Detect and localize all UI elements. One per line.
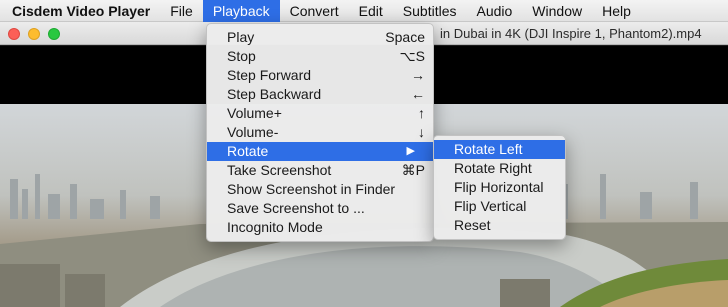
rotate-submenu: Rotate Left Rotate Right Flip Horizontal… — [433, 135, 566, 240]
menu-item-reset[interactable]: Reset — [434, 216, 565, 235]
menu-item-play[interactable]: Play Space — [207, 28, 433, 47]
menu-window[interactable]: Window — [522, 0, 592, 22]
menu-item-label: Volume+ — [227, 105, 282, 121]
menu-item-rotate[interactable]: Rotate ▶ — [207, 142, 433, 161]
menu-help[interactable]: Help — [592, 0, 641, 22]
menu-item-label: Step Backward — [227, 86, 322, 102]
menu-subtitles[interactable]: Subtitles — [393, 0, 467, 22]
submenu-arrow-icon: ▶ — [406, 145, 415, 157]
menu-item-label: Take Screenshot — [227, 162, 332, 178]
menu-item-step-backward[interactable]: Step Backward ← — [207, 85, 433, 104]
playback-menu: Play Space Stop ⌥S Step Forward → Step B… — [206, 23, 434, 242]
menu-item-show-screenshot-in-finder[interactable]: Show Screenshot in Finder — [207, 180, 433, 199]
shortcut-label: ↑ — [418, 105, 425, 121]
menu-item-label: Stop — [227, 48, 256, 64]
menu-item-volume-up[interactable]: Volume+ ↑ — [207, 104, 433, 123]
shortcut-label: ⌘P — [401, 162, 425, 178]
menu-playback[interactable]: Playback — [202, 0, 280, 22]
shortcut-label: → — [411, 67, 425, 83]
menu-item-take-screenshot[interactable]: Take Screenshot ⌘P — [207, 161, 433, 180]
menu-item-label: Play — [227, 29, 255, 45]
menu-audio[interactable]: Audio — [466, 0, 522, 22]
menu-item-volume-down[interactable]: Volume- ↓ — [207, 123, 433, 142]
shortcut-label: ↓ — [418, 124, 425, 140]
menu-item-label: Rotate — [227, 143, 269, 159]
menu-item-label: Save Screenshot to ... — [227, 200, 365, 216]
menu-convert[interactable]: Convert — [280, 0, 349, 22]
menu-item-label: Show Screenshot in Finder — [227, 181, 396, 197]
menu-file[interactable]: File — [160, 0, 203, 22]
menu-item-label: Volume- — [227, 124, 279, 140]
menu-item-step-forward[interactable]: Step Forward → — [207, 66, 433, 85]
menu-item-incognito-mode[interactable]: Incognito Mode — [207, 218, 433, 237]
menu-item-rotate-right[interactable]: Rotate Right — [434, 159, 565, 178]
shortcut-label: ← — [411, 86, 425, 102]
menu-item-stop[interactable]: Stop ⌥S — [207, 47, 433, 66]
shortcut-label: Space — [385, 29, 425, 45]
menu-item-flip-vertical[interactable]: Flip Vertical — [434, 197, 565, 216]
menu-item-label: Step Forward — [227, 67, 312, 83]
menu-edit[interactable]: Edit — [349, 0, 393, 22]
menu-item-flip-horizontal[interactable]: Flip Horizontal — [434, 178, 565, 197]
menu-item-rotate-left[interactable]: Rotate Left — [434, 140, 565, 159]
menu-bar: Cisdem Video Player File Playback Conver… — [0, 0, 728, 22]
app-menu[interactable]: Cisdem Video Player — [0, 0, 160, 22]
menu-item-label: Incognito Mode — [227, 219, 323, 235]
menu-item-save-screenshot-to[interactable]: Save Screenshot to ... — [207, 199, 433, 218]
shortcut-label: ⌥S — [399, 48, 425, 64]
